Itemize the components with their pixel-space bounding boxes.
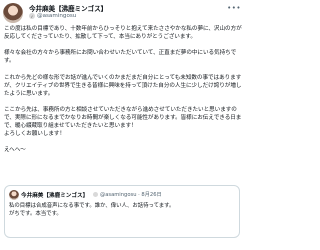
more-icon[interactable]: ••• — [227, 4, 241, 12]
author-handle[interactable]: @asamingosu — [37, 13, 76, 19]
quoted-author-handle: @asamingosu · 8月26日 — [100, 192, 162, 198]
tweet-header: 今井麻美【沸鹿ミンゴス】 ✓ @asamingosu ••• — [3, 3, 243, 23]
verified-badge-icon: ✓ — [29, 13, 35, 19]
quoted-tweet[interactable]: 今井麻美【沸鹿ミンゴス】 @asamingosu · 8月26日 私の目標は合成… — [4, 185, 240, 238]
author-name[interactable]: 今井麻美【沸鹿ミンゴス】 — [29, 3, 107, 13]
quoted-author-name: 今井麻美【沸鹿ミンゴス】 — [21, 193, 89, 199]
tweet-card: 今井麻美【沸鹿ミンゴス】 ✓ @asamingosu ••• この度は私の目標で… — [0, 0, 246, 250]
tweet-text: この度は私の目標であり、十数年前からひっそりと抱えて来たささやかな私の夢に、沢山… — [4, 26, 242, 154]
quoted-avatar — [9, 190, 19, 200]
quoted-tweet-text: 私の目標は合成音声になる事です。誰か、偉い人、お話待ってます。 がちです。本当で… — [9, 203, 175, 217]
avatar[interactable] — [3, 3, 23, 23]
quoted-verified-badge-icon — [93, 191, 98, 197]
